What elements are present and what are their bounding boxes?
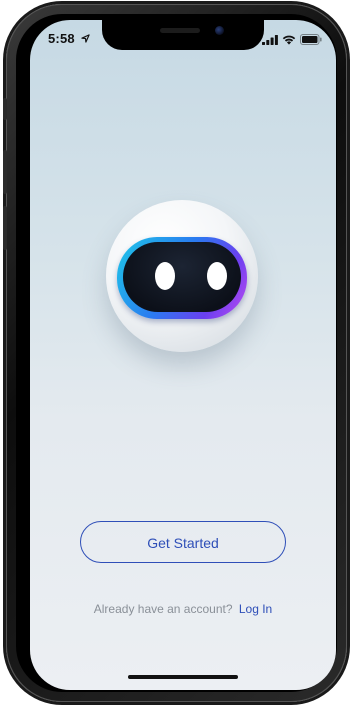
login-prompt: Already have an account? bbox=[93, 602, 233, 616]
robot-left-eye bbox=[155, 262, 175, 290]
app-screen: 5:58 Get Started Already have an account… bbox=[30, 20, 336, 690]
robot-mascot-icon bbox=[106, 200, 258, 352]
wifi-icon bbox=[282, 32, 296, 50]
home-indicator[interactable] bbox=[128, 675, 238, 679]
front-camera bbox=[215, 26, 224, 35]
robot-visor bbox=[117, 237, 247, 319]
login-row: Already have an account? Log In bbox=[30, 602, 336, 616]
status-time-text: 5:58 bbox=[48, 31, 75, 47]
cellular-signal-icon bbox=[262, 32, 278, 50]
battery-icon bbox=[300, 32, 322, 50]
login-link[interactable]: Log In bbox=[239, 602, 272, 616]
notch bbox=[102, 20, 264, 50]
volume-up-button bbox=[3, 150, 7, 194]
location-arrow-icon bbox=[80, 31, 90, 46]
status-icons bbox=[262, 32, 322, 50]
robot-right-eye bbox=[207, 262, 227, 290]
mute-switch bbox=[3, 98, 7, 120]
status-time: 5:58 bbox=[48, 30, 90, 46]
volume-down-button bbox=[3, 206, 7, 250]
earpiece-speaker bbox=[160, 28, 200, 33]
get-started-button[interactable]: Get Started bbox=[80, 521, 286, 563]
robot-face bbox=[123, 242, 241, 312]
